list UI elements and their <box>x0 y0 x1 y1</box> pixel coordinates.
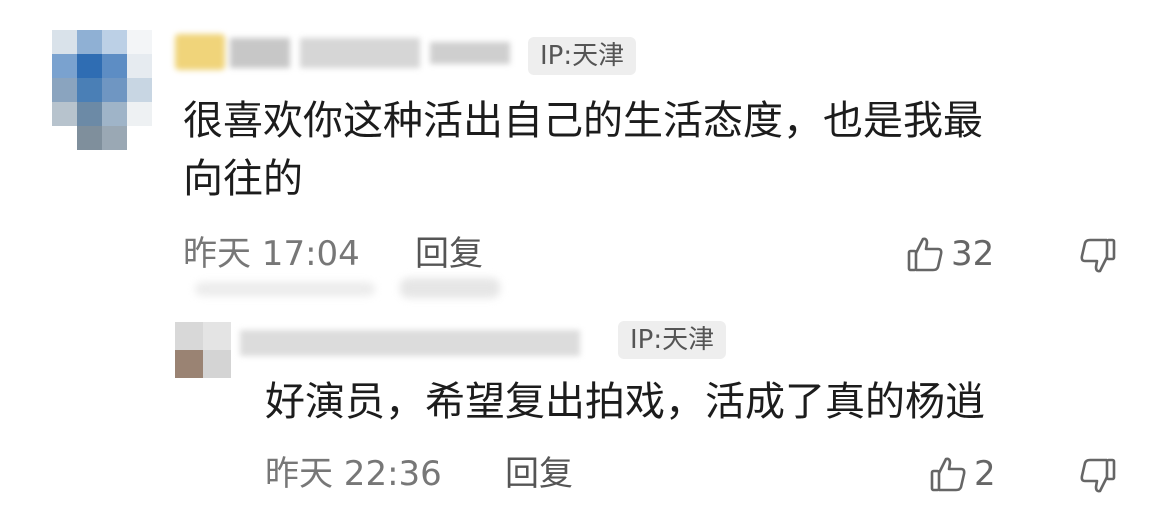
username-blurred[interactable] <box>175 28 515 74</box>
thumbs-down-icon[interactable] <box>1078 236 1118 276</box>
thumbs-up-icon <box>905 234 945 274</box>
comment-text: 好演员，希望复出拍戏，活成了真的杨逍 <box>265 379 985 425</box>
like-count: 32 <box>951 234 995 274</box>
thumbs-up-icon <box>928 454 968 494</box>
comment-text-line-2: 向往的 <box>183 156 303 202</box>
comment-text-line-1: 很喜欢你这种活出自己的生活态度，也是我最 <box>183 98 983 144</box>
blurred-residue <box>195 282 375 296</box>
reply-button[interactable]: 回复 <box>415 234 483 274</box>
ip-location-badge: IP:天津 <box>528 37 637 75</box>
ip-location-badge: IP:天津 <box>618 321 727 359</box>
thumbs-down-icon[interactable] <box>1078 456 1118 496</box>
username-blurred[interactable] <box>240 322 600 362</box>
avatar[interactable] <box>52 30 152 150</box>
like-button[interactable]: 2 <box>928 454 996 494</box>
comment-timestamp: 昨天 17:04 <box>183 234 360 274</box>
like-count: 2 <box>974 454 996 494</box>
avatar[interactable] <box>175 322 231 378</box>
blurred-residue <box>400 278 500 298</box>
comment-timestamp: 昨天 22:36 <box>265 454 442 494</box>
reply-button[interactable]: 回复 <box>505 454 573 494</box>
like-button[interactable]: 32 <box>905 234 994 274</box>
